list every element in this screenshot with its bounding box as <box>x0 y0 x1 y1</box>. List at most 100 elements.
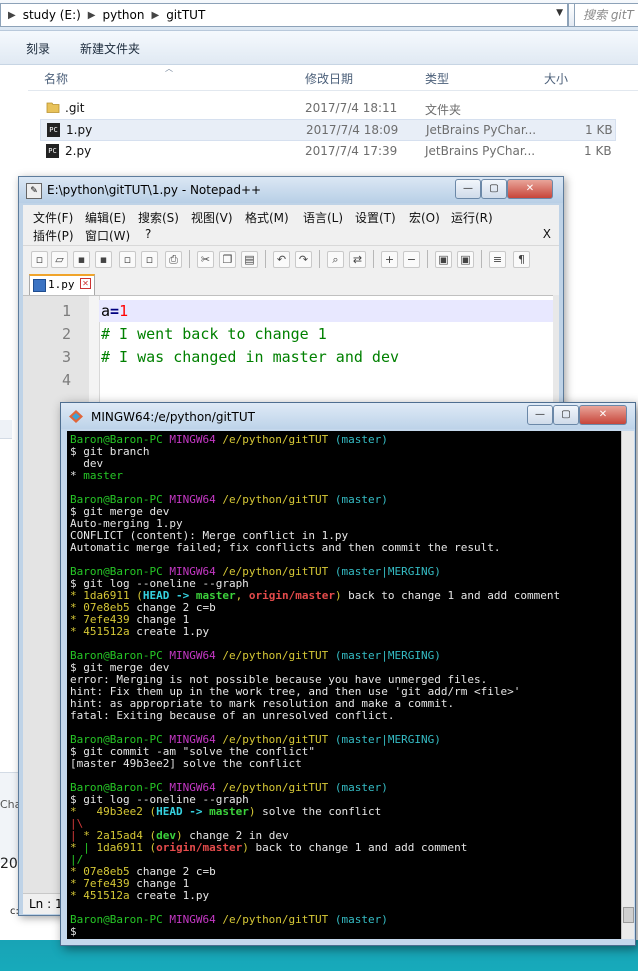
file-row-2py[interactable]: PC 2.py 2017/7/4 17:39 JetBrains PyChar.… <box>40 141 614 161</box>
close-button[interactable]: ✕ <box>579 405 627 425</box>
new-folder-button[interactable]: 新建文件夹 <box>80 40 140 57</box>
code-token-number: 1 <box>119 302 129 320</box>
notepadpp-titlebar[interactable]: ✎ E:\python\gitTUT\1.py - Notepad++ — ▢ … <box>19 177 563 203</box>
terminal-text-segment: Baron@Baron-PC <box>70 913 170 926</box>
tab-label: 1.py <box>48 278 75 291</box>
terminal-text-segment: ) <box>242 841 249 854</box>
menu-run[interactable]: 运行(R) <box>451 209 493 226</box>
notepadpp-toolbar: ▫ ▱ ▪ ▪ ▫ ▫ ⎙ ✂ ❐ ▤ ↶ ↷ ⌕ ⇄ + − ▣ ▣ ≡ ¶ <box>23 245 559 273</box>
current-line-highlight <box>99 300 553 322</box>
close-button[interactable]: ✕ <box>507 179 553 199</box>
sync-vertical-icon[interactable]: ▣ <box>435 251 452 268</box>
find-icon[interactable]: ⌕ <box>327 251 344 268</box>
open-file-icon[interactable]: ▱ <box>51 251 68 268</box>
print-icon[interactable]: ⎙ <box>165 251 182 268</box>
menu-bar: 文件(F) 编辑(E) 搜索(S) 视图(V) 格式(M) 语言(L) 设置(T… <box>23 205 559 245</box>
terminal-text-segment: /e/python/gitTUT <box>222 493 335 506</box>
breadcrumb-chevron-icon[interactable]: ▶ <box>151 10 159 21</box>
close-file-icon[interactable]: ▫ <box>119 251 136 268</box>
terminal-text-segment: Automatic merge failed; fix conflicts an… <box>70 541 501 554</box>
menu-edit[interactable]: 编辑(E) <box>85 209 126 226</box>
breadcrumb-python[interactable]: python <box>103 8 145 22</box>
tab-1py[interactable]: 1.py ✕ <box>29 274 95 296</box>
menu-language[interactable]: 语言(L) <box>303 209 343 226</box>
copy-icon[interactable]: ❐ <box>219 251 236 268</box>
file-date: 2017/7/4 18:09 <box>306 123 399 137</box>
breadcrumb-chevron-icon[interactable]: ▶ <box>8 10 16 21</box>
menu-settings[interactable]: 设置(T) <box>355 209 396 226</box>
terminal-text-segment: fatal: Exiting because of an unresolved … <box>70 709 395 722</box>
terminal-output[interactable]: Baron@Baron-PC MINGW64 /e/python/gitTUT … <box>67 431 621 939</box>
terminal-text-segment: (master|MERGING) <box>334 649 441 662</box>
git-bash-icon <box>69 410 83 423</box>
terminal-text-segment: | <box>83 841 97 854</box>
save-all-icon[interactable]: ▪ <box>95 251 112 268</box>
terminal-text-segment: master <box>209 805 249 818</box>
breadcrumb-drive[interactable]: study (E:) <box>23 8 81 22</box>
window-title: MINGW64:/e/python/gitTUT <box>91 410 255 424</box>
replace-icon[interactable]: ⇄ <box>349 251 366 268</box>
sync-horizontal-icon[interactable]: ▣ <box>457 251 474 268</box>
menu-view[interactable]: 视图(V) <box>191 209 233 226</box>
menu-file[interactable]: 文件(F) <box>33 209 73 226</box>
column-size[interactable]: 大小 <box>544 70 568 87</box>
paste-icon[interactable]: ▤ <box>241 251 258 268</box>
menu-format[interactable]: 格式(M) <box>245 209 289 226</box>
scrollbar-thumb[interactable] <box>623 907 634 923</box>
terminal-text-segment: [master 49b3ee2] solve the conflict <box>70 757 302 770</box>
menu-search[interactable]: 搜索(S) <box>138 209 179 226</box>
zoom-in-icon[interactable]: + <box>381 251 398 268</box>
menu-help[interactable]: ? <box>145 227 151 241</box>
file-row-1py[interactable]: PC 1.py 2017/7/4 18:09 JetBrains PyChar.… <box>40 119 616 141</box>
menu-macro[interactable]: 宏(O) <box>409 209 440 226</box>
column-name[interactable]: 名称 <box>44 70 68 87</box>
cut-icon[interactable]: ✂ <box>197 251 214 268</box>
code-line-3[interactable]: # I was changed in master and dev <box>101 348 399 366</box>
close-document-button[interactable]: X <box>543 227 551 241</box>
column-type[interactable]: 类型 <box>425 70 449 87</box>
code-line-1[interactable]: a=1 <box>101 302 128 320</box>
address-bar[interactable]: ▶ study (E:) ▶ python ▶ gitTUT ▼ <box>0 3 568 27</box>
address-dropdown-icon[interactable]: ▼ <box>556 8 563 18</box>
menu-window[interactable]: 窗口(W) <box>85 227 130 244</box>
navigation-pane-fragment <box>0 420 12 439</box>
breadcrumb-gittut[interactable]: gitTUT <box>166 8 205 22</box>
show-all-characters-icon[interactable]: ¶ <box>513 251 530 268</box>
minimize-button[interactable]: — <box>527 405 553 425</box>
file-type: JetBrains PyChar... <box>425 144 536 158</box>
maximize-button[interactable]: ▢ <box>481 179 507 199</box>
new-file-icon[interactable]: ▫ <box>31 251 48 268</box>
terminal-text-segment: origin/master <box>156 841 243 854</box>
terminal-text-segment: 49b3ee2 <box>96 805 150 818</box>
maximize-button[interactable]: ▢ <box>553 405 579 425</box>
window-title: E:\python\gitTUT\1.py - Notepad++ <box>47 183 262 197</box>
terminal-scrollbar[interactable] <box>621 431 634 939</box>
menu-plugins[interactable]: 插件(P) <box>33 227 74 244</box>
breadcrumb-chevron-icon[interactable]: ▶ <box>88 10 96 21</box>
column-date[interactable]: 修改日期 <box>305 70 353 87</box>
terminal-text-segment: create 1.py <box>129 625 210 638</box>
code-line-2[interactable]: # I went back to change 1 <box>101 325 327 343</box>
redo-icon[interactable]: ↷ <box>295 251 312 268</box>
terminal-line: * 451512a create 1.py <box>70 626 209 638</box>
close-all-icon[interactable]: ▫ <box>141 251 158 268</box>
save-icon[interactable]: ▪ <box>73 251 90 268</box>
folder-icon <box>46 102 60 113</box>
undo-icon[interactable]: ↶ <box>273 251 290 268</box>
toolbar-separator <box>481 250 482 268</box>
search-input[interactable]: 搜索 gitT <box>574 3 638 27</box>
terminal-text-segment: solve the conflict <box>255 805 382 818</box>
terminal-text-segment: (master|MERGING) <box>334 565 441 578</box>
burn-button[interactable]: 刻录 <box>26 40 50 57</box>
file-row-git[interactable]: .git 2017/7/4 18:11 文件夹 <box>40 98 614 118</box>
minimize-button[interactable]: — <box>455 179 481 199</box>
line-number: 4 <box>61 371 71 389</box>
address-bar-area: ▶ study (E:) ▶ python ▶ gitTUT ▼ ↻ 搜索 gi… <box>0 0 638 31</box>
terminal-text-segment: origin/master <box>248 589 335 602</box>
terminal-titlebar[interactable]: MINGW64:/e/python/gitTUT — ▢ ✕ <box>61 403 635 429</box>
terminal-text-segment: MINGW64 <box>169 649 223 662</box>
terminal-text-segment: MINGW64 <box>169 493 223 506</box>
word-wrap-icon[interactable]: ≡ <box>489 251 506 268</box>
zoom-out-icon[interactable]: − <box>403 251 420 268</box>
tab-close-icon[interactable]: ✕ <box>80 278 91 289</box>
